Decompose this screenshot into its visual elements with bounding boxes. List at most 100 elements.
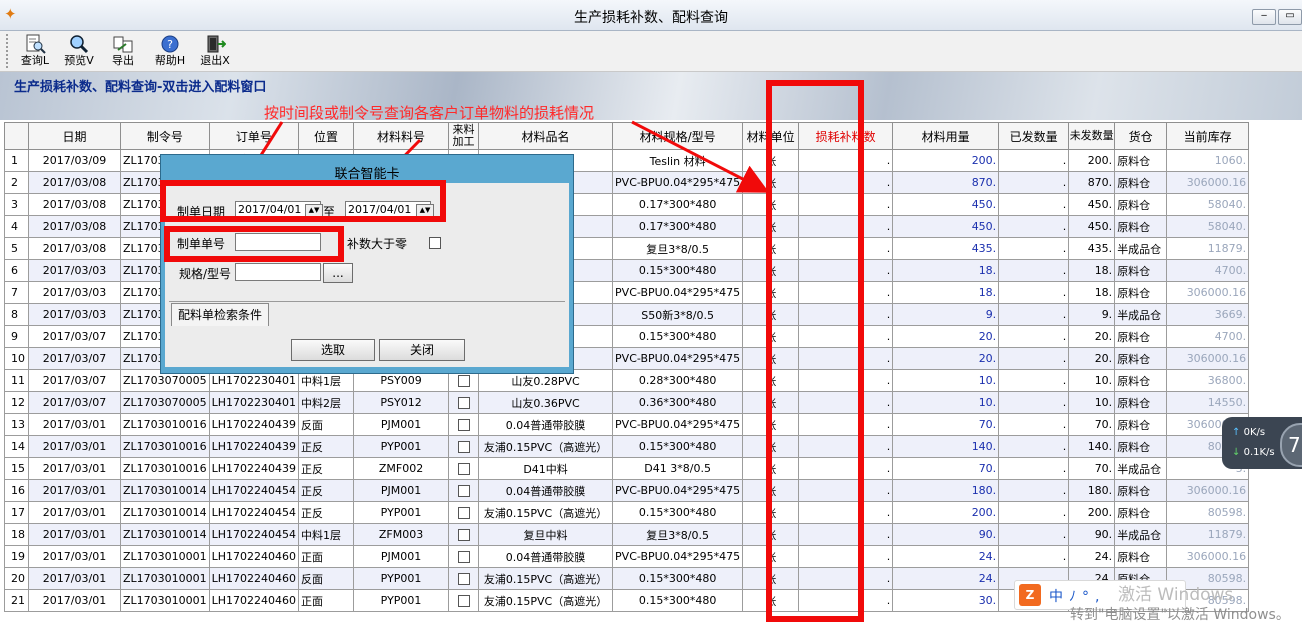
annotation-highlight-date (160, 180, 446, 222)
header-usage[interactable]: 材料用量 (892, 122, 1000, 150)
incoming-cell[interactable] (448, 479, 480, 502)
unissued-cell: 18. (1068, 259, 1116, 282)
warehouse-cell: 原料仓 (1114, 259, 1168, 282)
positive-only-checkbox[interactable] (429, 237, 441, 249)
network-speed-widget[interactable]: ↑ 0K/s ↓ 0.1K/s 7 (1222, 417, 1302, 469)
order-no-cell: ZL1703010001 (120, 567, 210, 590)
unissued-cell: 70. (1068, 457, 1116, 480)
header-incoming-processing[interactable]: 来料加工 (448, 122, 480, 150)
incoming-checkbox[interactable] (457, 419, 470, 431)
unissued-cell: 9. (1068, 303, 1116, 326)
warehouse-cell: 半成品仓 (1114, 237, 1168, 260)
select-button[interactable]: 选取 (291, 339, 375, 361)
incoming-checkbox[interactable] (457, 551, 470, 563)
magnifier-icon (70, 35, 89, 54)
spec-input[interactable] (235, 263, 321, 281)
close-button[interactable]: 关闭 (379, 339, 465, 361)
incoming-checkbox[interactable] (457, 441, 470, 453)
browse-button[interactable]: ... (323, 263, 353, 283)
order-no-cell: ZL1703010014 (120, 501, 210, 524)
material-name-cell: 0.04普通带胶膜 (478, 413, 614, 436)
incoming-checkbox[interactable] (457, 463, 470, 475)
incoming-checkbox[interactable] (457, 507, 470, 519)
table-row[interactable]: 15 2017/03/01 ZL1703010016 LH1702240439 正反 ZM… (4, 457, 1250, 480)
row-number: 16 (4, 479, 29, 502)
row-number: 15 (4, 457, 29, 480)
header-rownum[interactable] (4, 122, 29, 150)
position-cell: 正面 (298, 589, 355, 612)
row-number: 2 (4, 171, 29, 194)
date-cell: 2017/03/08 (28, 215, 121, 238)
incoming-checkbox[interactable] (457, 529, 470, 541)
incoming-cell[interactable] (448, 391, 480, 414)
incoming-cell[interactable] (448, 457, 480, 480)
table-row[interactable]: 12 2017/03/07 ZL1703070005 LH1702230401 中料2层… (4, 391, 1250, 414)
table-row[interactable]: 14 2017/03/01 ZL1703010016 LH1702240439 正反 PY… (4, 435, 1250, 458)
header-stock[interactable]: 当前库存 (1166, 122, 1250, 150)
title-bar: ✦ 生产损耗补数、配料查询 ‒ ▭ (0, 0, 1302, 31)
incoming-cell[interactable] (448, 435, 480, 458)
header-issued[interactable]: 已发数量 (998, 122, 1070, 150)
issued-cell: . (998, 171, 1070, 194)
positive-only-label: 补数大于零 (347, 237, 408, 251)
query-button[interactable]: 查询L (12, 33, 58, 69)
header-po-no[interactable]: 订单号 (208, 122, 300, 150)
header-date[interactable]: 日期 (28, 122, 121, 150)
exit-button[interactable]: 退出X (192, 33, 238, 69)
help-button[interactable]: ? 帮助H (147, 33, 193, 69)
po-no-cell: LH1702240454 (208, 523, 300, 546)
incoming-checkbox[interactable] (457, 485, 470, 497)
incoming-checkbox[interactable] (457, 375, 470, 387)
incoming-checkbox[interactable] (457, 573, 470, 585)
header-order-no[interactable]: 制令号 (120, 122, 210, 150)
incoming-cell[interactable] (448, 567, 480, 590)
table-row[interactable]: 16 2017/03/01 ZL1703010014 LH1702240454 正反 PJ… (4, 479, 1250, 502)
banner-title: 生产损耗补数、配料查询-双击进入配料窗口 (14, 80, 267, 95)
date-cell: 2017/03/01 (28, 545, 121, 568)
po-no-cell: LH1702240460 (208, 545, 300, 568)
table-row[interactable]: 17 2017/03/01 ZL1703010014 LH1702240454 正反 PY… (4, 501, 1250, 524)
ime-mode-indicators[interactable]: 中ﾉ°, (1049, 586, 1105, 606)
table-row[interactable]: 13 2017/03/01 ZL1703010016 LH1702240439 反面 PJ… (4, 413, 1250, 436)
preview-button[interactable]: 预览V (56, 33, 102, 69)
toolbar-grip[interactable] (6, 34, 11, 68)
order-no-cell: ZL1703010001 (120, 545, 210, 568)
incoming-cell[interactable] (448, 523, 480, 546)
header-material-code[interactable]: 材料料号 (353, 122, 450, 150)
header-warehouse[interactable]: 货仓 (1114, 122, 1168, 150)
incoming-checkbox[interactable] (457, 397, 470, 409)
table-row[interactable]: 19 2017/03/01 ZL1703010001 LH1702240460 正面 PJ… (4, 545, 1250, 568)
material-name-cell: 友浦0.15PVC（高遮光） (478, 589, 614, 612)
warehouse-cell: 原料仓 (1114, 413, 1168, 436)
restore-button[interactable]: ▭ (1278, 9, 1302, 25)
incoming-cell[interactable] (448, 413, 480, 436)
usage-cell: 20. (892, 325, 1000, 348)
header-material-name[interactable]: 材料品名 (478, 122, 614, 150)
export-button[interactable]: 导出 (100, 33, 146, 69)
header-position[interactable]: 位置 (298, 122, 355, 150)
help-label: 帮助H (154, 54, 186, 67)
po-no-cell: LH1702240439 (208, 457, 300, 480)
tab-material-search[interactable]: 配料单检索条件 (171, 303, 269, 326)
usage-cell: 10. (892, 369, 1000, 392)
incoming-checkbox[interactable] (457, 595, 470, 607)
incoming-cell[interactable] (448, 545, 480, 568)
row-number: 3 (4, 193, 29, 216)
upload-arrow-icon: ↑ (1232, 427, 1241, 438)
material-code-cell: ZFM003 (353, 523, 450, 546)
warehouse-cell: 原料仓 (1114, 435, 1168, 458)
issued-cell: . (998, 545, 1070, 568)
date-cell: 2017/03/01 (28, 479, 121, 502)
unissued-cell: 140. (1068, 435, 1116, 458)
table-row[interactable]: 18 2017/03/01 ZL1703010014 LH1702240454 中料1层… (4, 523, 1250, 546)
incoming-cell[interactable] (448, 501, 480, 524)
header-unissued[interactable]: 未发数量 (1068, 122, 1116, 150)
header-spec[interactable]: 材料规格/型号 (612, 122, 744, 150)
warehouse-cell: 半成品仓 (1114, 523, 1168, 546)
minimize-button[interactable]: ‒ (1252, 9, 1276, 25)
position-cell: 中料1层 (298, 523, 355, 546)
usage-cell: 450. (892, 215, 1000, 238)
issued-cell: . (998, 325, 1070, 348)
date-cell: 2017/03/07 (28, 391, 121, 414)
incoming-cell[interactable] (448, 589, 480, 612)
